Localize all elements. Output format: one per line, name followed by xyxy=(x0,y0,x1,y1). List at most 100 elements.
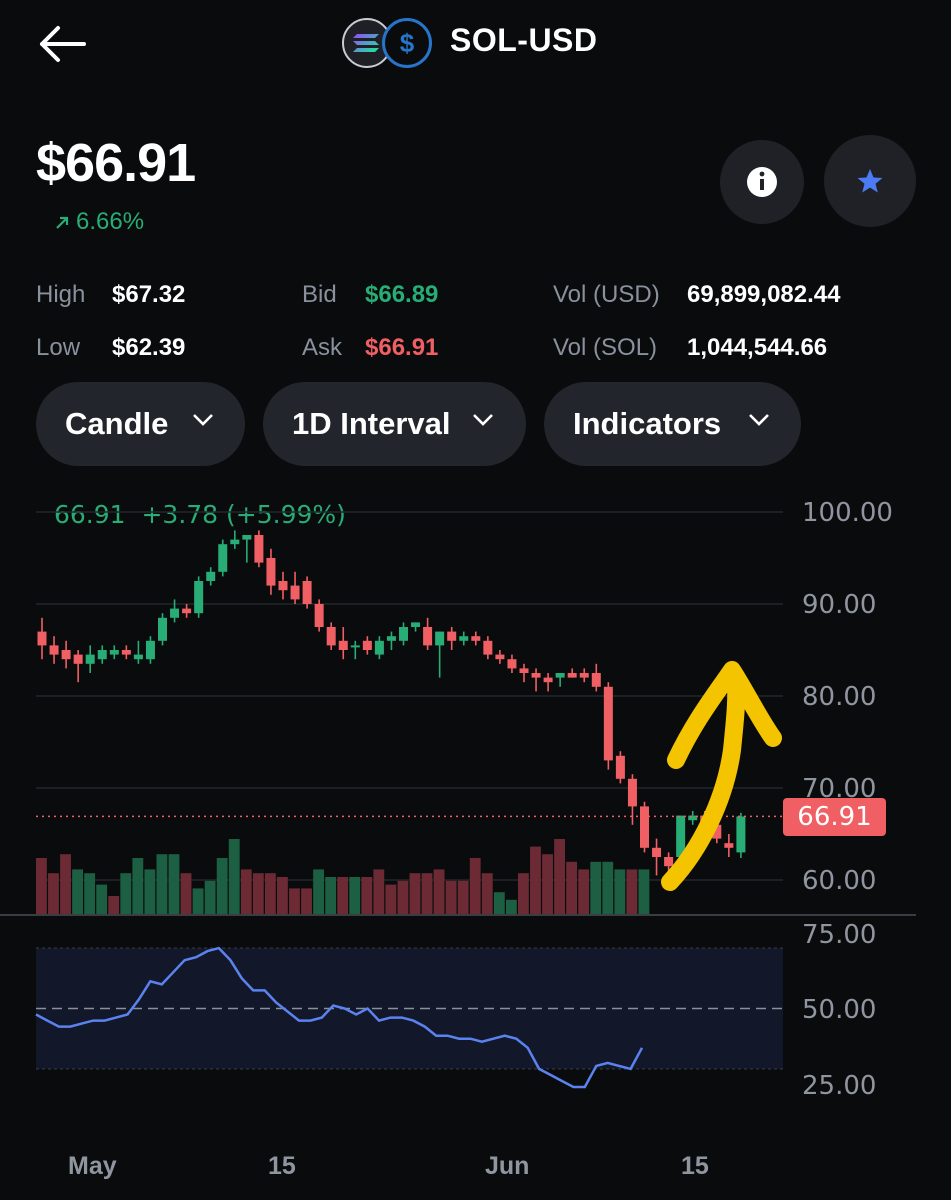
volume-bar xyxy=(72,869,83,915)
back-button[interactable] xyxy=(36,22,92,66)
vol-sol-value: 1,044,544.66 xyxy=(687,334,828,361)
chevron-down-icon xyxy=(193,414,213,426)
candle xyxy=(736,816,746,853)
vol-sol-label: Vol (SOL) xyxy=(553,334,658,361)
candle xyxy=(170,608,180,618)
candle xyxy=(97,650,107,660)
volume-bar xyxy=(505,899,517,915)
chevron-down-icon xyxy=(749,414,769,426)
candle xyxy=(688,815,698,821)
candle xyxy=(109,650,119,655)
interval-dropdown[interactable]: 1D Interval xyxy=(263,382,526,466)
volume-bar xyxy=(421,873,433,915)
candle xyxy=(314,604,324,627)
indicators-dropdown[interactable]: Indicators xyxy=(544,382,801,466)
volume-bar xyxy=(96,884,108,915)
candle xyxy=(519,668,529,673)
volume-bar xyxy=(192,888,204,915)
volume-bar xyxy=(301,888,312,915)
volume-bar xyxy=(120,873,132,915)
volume-bar xyxy=(481,873,493,915)
volume-bar xyxy=(84,873,96,915)
candle xyxy=(531,673,541,678)
candle xyxy=(603,686,613,761)
volume-bar xyxy=(252,873,264,915)
candle xyxy=(266,558,276,586)
volume-bar xyxy=(578,869,590,915)
volume-bar xyxy=(325,877,337,915)
candle xyxy=(724,843,734,848)
candle xyxy=(411,622,421,627)
candle xyxy=(182,608,192,614)
candle xyxy=(49,645,59,655)
candle xyxy=(640,806,649,848)
candle xyxy=(37,631,47,646)
high-value: $67.32 xyxy=(112,281,186,308)
candle xyxy=(423,627,433,646)
watchlist-star-button[interactable] xyxy=(824,135,916,227)
volume-bar xyxy=(518,873,529,915)
interval-label: 1D Interval xyxy=(292,406,451,441)
rsi-y-tick-label: 75.00 xyxy=(802,920,877,950)
candle xyxy=(73,654,83,664)
volume-bar xyxy=(277,877,288,915)
bid-label: Bid xyxy=(302,281,337,308)
y-tick-label: 70.00 xyxy=(802,774,877,804)
candle xyxy=(447,631,457,641)
candle xyxy=(579,673,589,678)
candle xyxy=(591,673,601,687)
candle xyxy=(206,571,216,581)
arrow-up-right-icon xyxy=(56,216,69,229)
rsi-y-tick-label: 50.00 xyxy=(802,995,877,1025)
candle xyxy=(278,581,288,591)
volume-bar xyxy=(397,880,409,915)
volume-bar xyxy=(132,858,144,915)
candle xyxy=(495,654,505,660)
volume-bar xyxy=(156,854,168,915)
candle xyxy=(218,544,228,572)
chart-type-dropdown[interactable]: Candle xyxy=(36,382,245,466)
volume-bar xyxy=(638,869,650,915)
usd-coin-logo-icon: $ xyxy=(382,18,432,68)
candle xyxy=(230,539,240,545)
y-tick-label: 80.00 xyxy=(802,682,877,712)
y-tick-label: 100.00 xyxy=(802,498,893,528)
volume-bar xyxy=(542,854,553,915)
volume-bar xyxy=(590,861,602,915)
info-button[interactable] xyxy=(720,140,804,224)
candle xyxy=(254,535,264,563)
chevron-down-icon xyxy=(473,414,493,426)
candle xyxy=(362,640,372,650)
bid-value: $66.89 xyxy=(365,281,439,308)
volume-bar xyxy=(216,858,228,915)
volume-bar xyxy=(108,896,120,915)
current-price: $66.91 xyxy=(36,133,196,193)
volume-bar xyxy=(614,869,626,915)
x-tick-label: May xyxy=(68,1152,117,1180)
volume-bar xyxy=(168,854,180,915)
volume-bar xyxy=(554,839,565,915)
volume-bar xyxy=(349,877,361,915)
candle xyxy=(483,640,493,655)
volume-bar xyxy=(228,839,240,915)
y-tick-label: 60.00 xyxy=(802,866,877,896)
volume-bar xyxy=(469,858,481,915)
x-tick-label: 15 xyxy=(268,1152,296,1180)
info-icon xyxy=(747,167,777,197)
volume-bar xyxy=(457,880,469,915)
candle xyxy=(567,673,577,678)
candle xyxy=(61,650,71,660)
ask-value: $66.91 xyxy=(365,334,439,361)
candle xyxy=(555,673,565,678)
volume-bar xyxy=(204,880,216,915)
low-label: Low xyxy=(36,334,81,361)
candle xyxy=(386,636,396,641)
candle xyxy=(302,581,312,604)
vol-usd-value: 69,899,082.44 xyxy=(687,281,841,308)
volume-bar xyxy=(433,869,445,915)
candle xyxy=(507,659,517,669)
volume-bar xyxy=(445,880,457,915)
x-tick-label: Jun xyxy=(485,1152,530,1180)
candle xyxy=(543,677,553,683)
price-change: 6.66% xyxy=(54,208,144,236)
